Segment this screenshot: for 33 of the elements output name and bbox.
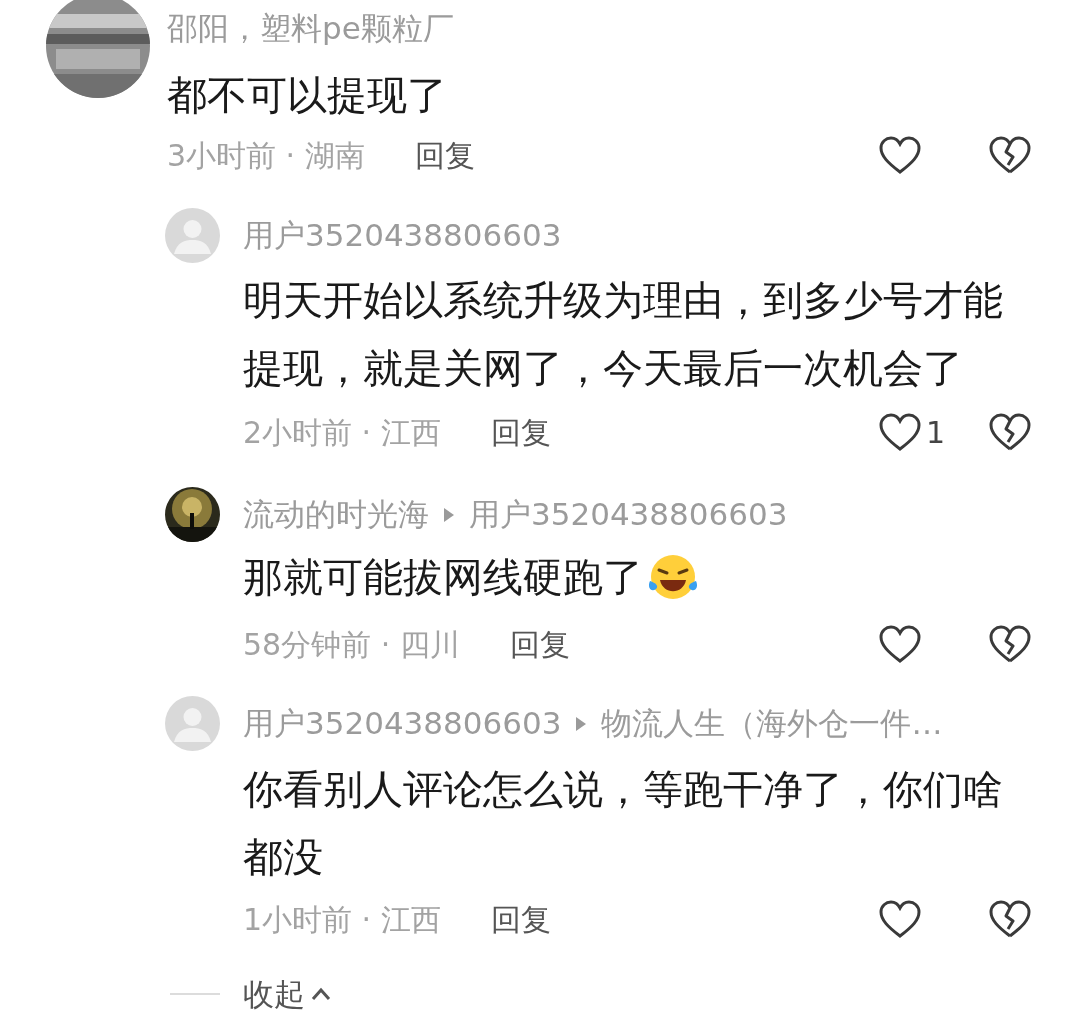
reply-author: 用户3520438806603 xyxy=(243,704,562,744)
reply-target: 物流人生（海外仓一件… xyxy=(601,704,943,744)
comment-time: 58分钟前 · 四川 xyxy=(243,625,460,664)
heart-icon[interactable] xyxy=(878,624,922,664)
comment-time: 3小时前 · 湖南 xyxy=(167,136,365,175)
broken-heart-icon[interactable] xyxy=(988,135,1032,175)
reply-text: 你看别人评论怎么说，等跑干净了，你们啥都没 xyxy=(243,765,1004,882)
reply-text: 明天开始以系统升级为理由，到多少号才能提现，就是关网了，今天最后一次机会了 xyxy=(243,276,1004,393)
heart-icon[interactable] xyxy=(878,412,922,452)
reply-link[interactable]: 回复 xyxy=(509,621,570,667)
reply-link[interactable]: 回复 xyxy=(490,896,551,942)
broken-heart-icon[interactable] xyxy=(988,624,1032,664)
reply-author: 用户3520438806603 xyxy=(243,216,562,256)
comment-text: 都不可以提现了 xyxy=(167,71,448,119)
reply-author: 流动的时光海 xyxy=(243,495,429,535)
heart-icon[interactable] xyxy=(878,135,922,175)
avatar xyxy=(165,696,220,751)
heart-icon[interactable] xyxy=(878,899,922,939)
triangle-icon xyxy=(443,506,455,523)
reply-text: 那就可能拔网线硬跑了 xyxy=(243,553,643,602)
like-count: 1 xyxy=(926,413,946,452)
collapse-button[interactable]: 收起 xyxy=(243,970,331,1016)
reply-target: 用户3520438806603 xyxy=(469,495,788,535)
comment-time: 2小时前 · 江西 xyxy=(243,413,441,452)
reply-link[interactable]: 回复 xyxy=(490,409,551,455)
broken-heart-icon[interactable] xyxy=(988,412,1032,452)
reply-link[interactable]: 回复 xyxy=(414,132,475,178)
triangle-icon xyxy=(575,715,588,732)
comment-time: 1小时前 · 江西 xyxy=(243,900,441,939)
caret-icon xyxy=(311,987,331,1001)
comment-author: 邵阳，塑料pe颗粒厂 xyxy=(167,9,455,48)
broken-heart-icon[interactable] xyxy=(988,899,1032,939)
avatar xyxy=(165,208,220,263)
